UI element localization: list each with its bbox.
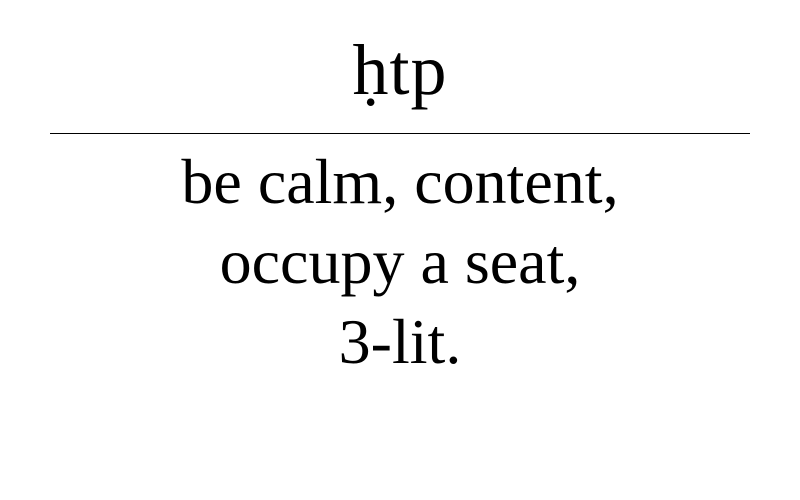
divider-line: [50, 133, 750, 134]
headword: ḥtp: [352, 30, 448, 110]
definition-line: 3-lit.: [338, 306, 462, 377]
definition-line: be calm, content,: [181, 146, 619, 217]
definition: be calm, content, occupy a seat, 3-lit.: [0, 142, 800, 382]
definition-line: occupy a seat,: [219, 226, 581, 297]
